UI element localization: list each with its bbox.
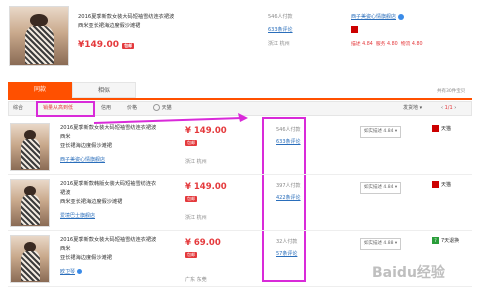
sort-comprehensive[interactable]: 综合 <box>13 102 23 115</box>
shop-link[interactable]: 西子美姿心情旗舰店 <box>60 156 105 163</box>
store-badge: 7 7天退换 <box>432 237 459 244</box>
list-item: 2016夏季新款韩版女装大码短袖雪纺连衣裙波 西米亚长裙海边度假沙滩裙 爱境巴士旗… <box>8 176 472 231</box>
free-shipping-tag: 包邮 <box>185 196 197 202</box>
top-product-ratings: 描述 4.84 服务 4.80 物流 4.80 <box>351 40 423 47</box>
free-shipping-tag: 包邮 <box>185 140 197 146</box>
review-count[interactable]: 57条评论 <box>276 250 297 257</box>
product-title[interactable]: 2016夏季新款韩版女装大码短袖雪纺连衣裙波 西米亚长裙海边度假沙滩裙 <box>60 180 160 207</box>
top-product-price: ¥149.00 包邮 <box>78 40 135 50</box>
top-product-location: 浙江 杭州 <box>268 41 290 47</box>
store-badge: 天猫 <box>432 125 451 132</box>
product-title[interactable]: 2016夏季新款女装大码短袖雪纺连衣裙波西米 亚长裙海边度假沙滩裙 <box>60 124 160 151</box>
top-product-reviews[interactable]: 633条评论 <box>268 26 293 33</box>
tab-similar[interactable]: 相似 <box>72 82 136 98</box>
review-count[interactable]: 422条评论 <box>276 194 301 201</box>
product-price: ¥ 69.00 <box>185 238 221 248</box>
product-image[interactable] <box>10 123 50 171</box>
rating-logistics: 物流 4.80 <box>400 42 423 47</box>
tmall-icon <box>432 181 439 188</box>
shipping-select[interactable]: 如实描述 4.84 ▾ <box>360 182 402 194</box>
product-price: ¥ 149.00 <box>185 126 227 136</box>
tab-bar: 同款 相似 <box>8 82 472 100</box>
top-product-shop[interactable]: 西子美姿心情旗舰店 <box>351 13 405 20</box>
pagination[interactable]: ‹ 1/1 › <box>441 102 456 115</box>
top-product-image[interactable] <box>9 6 69 66</box>
shipping-select[interactable]: 如实描述 4.84 ▾ <box>360 126 402 138</box>
shop-link[interactable]: 爱境巴士旗舰店 <box>60 212 95 219</box>
product-location: 浙江 杭州 <box>185 215 207 221</box>
rating-desc: 描述 4.84 <box>351 42 373 47</box>
top-product-title-line2[interactable]: 西米亚长裙海边度假沙滩裙 <box>78 22 188 31</box>
wangwang-icon[interactable] <box>398 13 405 20</box>
tab-same-style[interactable]: 同款 <box>8 82 72 98</box>
shipping-select[interactable]: 如实描述 4.88 ▾ <box>360 238 402 250</box>
product-image[interactable] <box>10 179 50 227</box>
review-count[interactable]: 633条评论 <box>276 138 301 145</box>
highlight-sort-box <box>36 101 95 117</box>
shop-link[interactable]: 欧卫琴 <box>60 268 83 275</box>
store-badge: 天猫 <box>432 181 451 188</box>
product-image[interactable] <box>10 235 50 283</box>
seven-day-return-icon: 7 <box>432 237 439 244</box>
ship-from-select[interactable]: 发货地 ▾ <box>403 102 422 115</box>
total-count: 共有30件宝贝 <box>437 89 466 94</box>
product-title[interactable]: 2016夏季新款女装大码短袖雪纺连衣裙波西米 亚长裙海边度假沙滩裙 <box>60 236 160 263</box>
tmall-badge-icon <box>351 26 358 33</box>
watermark: Baidu经验 <box>372 265 445 281</box>
rating-service: 服务 4.80 <box>375 42 398 47</box>
product-price: ¥ 149.00 <box>185 182 227 192</box>
wangwang-icon[interactable] <box>77 269 83 274</box>
top-product-sold: 546人付款 <box>268 14 293 20</box>
product-location: 广东 东莞 <box>185 277 207 283</box>
free-shipping-tag: 包邮 <box>122 43 135 49</box>
list-item: 2016夏季新款女装大码短袖雪纺连衣裙波西米 亚长裙海边度假沙滩裙 西子美姿心情旗… <box>8 120 472 175</box>
top-product-title-line1[interactable]: 2016夏季新款女装大码短袖雪纺连衣裙波 <box>78 13 188 22</box>
product-location: 浙江 杭州 <box>185 159 207 165</box>
tmall-icon <box>432 125 439 132</box>
sold-count: 546人付款 <box>276 127 301 133</box>
sold-count: 397人付款 <box>276 183 301 189</box>
free-shipping-tag: 包邮 <box>185 252 197 258</box>
sold-count: 32人付款 <box>276 239 298 245</box>
